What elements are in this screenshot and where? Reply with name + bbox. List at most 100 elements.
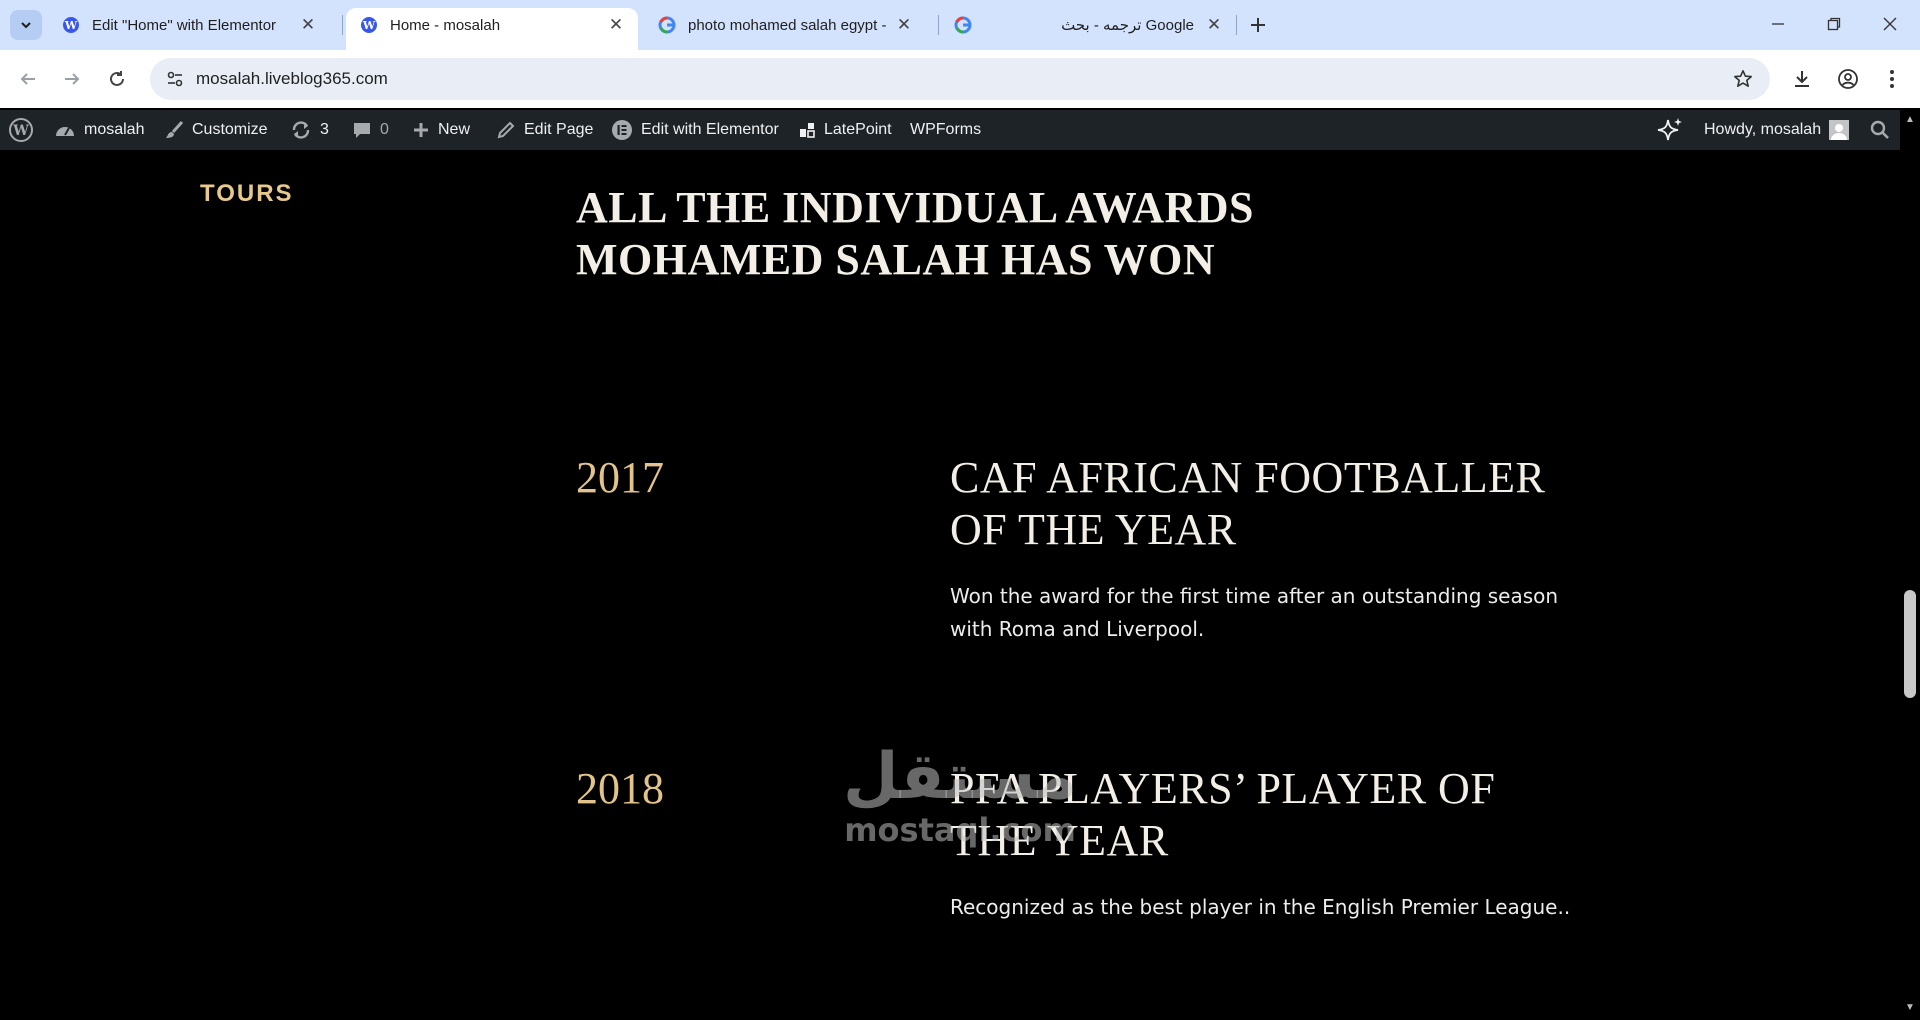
scrollbar-thumb[interactable] <box>1904 590 1916 698</box>
admin-search-button[interactable] <box>1870 110 1898 150</box>
watermark-arabic: مستقل <box>842 740 1078 814</box>
new-content-menu[interactable]: New <box>412 110 470 150</box>
tab-edit-home-elementor[interactable]: W Edit "Home" with Elementor ✕ <box>48 8 330 42</box>
profile-button[interactable] <box>1832 63 1864 95</box>
comments-count: 0 <box>380 121 389 138</box>
page-content: TOURS ALL THE INDIVIDUAL AWARDS MOHAMED … <box>0 150 1900 1020</box>
latepoint-label: LatePoint <box>824 121 892 138</box>
watermark-latin: mostaql.com <box>844 811 1076 849</box>
tours-menu-link[interactable]: TOURS <box>200 180 294 208</box>
award-year: 2017 <box>576 453 664 502</box>
latepoint-link[interactable]: LatePoint <box>798 110 892 150</box>
url-text[interactable]: mosalah.liveblog365.com <box>196 69 388 89</box>
more-vertical-icon <box>1890 70 1894 88</box>
bookmark-star-icon[interactable] <box>1730 66 1756 92</box>
wp-logo-menu[interactable]: W <box>8 110 42 150</box>
tab-title: photo mohamed salah egypt - <box>688 16 887 34</box>
reload-icon <box>110 71 124 86</box>
edit-elementor-label: Edit with Elementor <box>641 121 779 138</box>
plus-icon <box>412 121 430 139</box>
close-icon <box>1883 17 1897 31</box>
restore-icon <box>1827 17 1841 31</box>
updates-count: 3 <box>320 121 329 138</box>
paintbrush-icon <box>164 120 184 140</box>
minimize-icon <box>1772 23 1784 25</box>
google-icon <box>954 16 972 34</box>
howdy-label: Howdy, mosalah <box>1704 121 1822 138</box>
search-icon <box>1870 120 1890 140</box>
comment-icon <box>352 120 372 140</box>
section-title: ALL THE INDIVIDUAL AWARDS MOHAMED SALAH … <box>576 183 1254 284</box>
mostaql-watermark: مستقل mostaql.com <box>840 745 1080 849</box>
close-icon[interactable]: ✕ <box>298 15 318 35</box>
elementor-icon <box>611 119 633 141</box>
edit-page-label: Edit Page <box>524 121 594 138</box>
pencil-icon <box>496 120 516 140</box>
browser-tab-strip: W Edit "Home" with Elementor ✕ W Home - … <box>0 0 1920 50</box>
award-description: Won the award for the first time after a… <box>950 584 1559 641</box>
avatar <box>1829 120 1850 140</box>
wpforms-label: WPForms <box>910 121 982 138</box>
updates-link[interactable]: 3 <box>290 110 329 150</box>
wordpress-icon: W <box>62 16 80 34</box>
close-icon[interactable]: ✕ <box>894 15 914 35</box>
browser-toolbar: mosalah.liveblog365.com <box>0 50 1920 108</box>
update-icon <box>290 120 312 140</box>
latepoint-icon <box>798 121 816 139</box>
plus-icon <box>1251 18 1265 32</box>
tab-title: ترجمه - بحث Google <box>1061 17 1194 34</box>
comments-link[interactable]: 0 <box>352 110 389 150</box>
award-name: CAF AFRICAN FOOTBALLER OF THE YEAR <box>950 453 1546 554</box>
wordpress-icon: W <box>360 16 378 34</box>
reload-button[interactable] <box>101 63 133 95</box>
edit-with-elementor-link[interactable]: Edit with Elementor <box>611 110 779 150</box>
chevron-down-icon <box>21 22 31 29</box>
tab-title: Home - mosalah <box>390 16 501 34</box>
tab-separator <box>1236 15 1237 35</box>
tab-photo-search[interactable]: photo mohamed salah egypt - ✕ <box>644 8 926 42</box>
scroll-up-arrow[interactable]: ▲ <box>1904 114 1916 126</box>
forward-button[interactable] <box>56 63 88 95</box>
back-button[interactable] <box>12 63 44 95</box>
tab-search-button[interactable] <box>10 10 42 40</box>
tab-home-mosalah[interactable]: W Home - mosalah ✕ <box>346 8 638 50</box>
my-account-menu[interactable]: Howdy, mosalah <box>1704 110 1850 150</box>
svg-text:W: W <box>12 123 29 139</box>
download-icon <box>1795 71 1809 87</box>
award-year: 2018 <box>576 764 664 813</box>
svg-text:W: W <box>64 19 78 32</box>
sparkle-icon <box>1656 116 1684 144</box>
award-description: Recognized as the best player in the Eng… <box>950 895 1571 919</box>
wpforms-link[interactable]: WPForms <box>910 110 981 150</box>
tab-title: Edit "Home" with Elementor <box>92 16 277 34</box>
new-tab-button[interactable] <box>1244 12 1272 38</box>
site-name-menu[interactable]: mosalah <box>54 110 144 150</box>
browser-menu-button[interactable] <box>1876 63 1908 95</box>
site-name-label: mosalah <box>84 121 145 138</box>
ai-assistant-button[interactable] <box>1656 110 1692 150</box>
close-icon[interactable]: ✕ <box>1204 15 1224 35</box>
dashboard-icon <box>54 120 76 140</box>
arrow-right-icon <box>65 73 80 85</box>
close-window-button[interactable] <box>1862 6 1918 42</box>
downloads-button[interactable] <box>1786 63 1818 95</box>
edit-page-link[interactable]: Edit Page <box>496 110 593 150</box>
wp-admin-bar: W mosalah Customize 3 0 New Edit Page Ed… <box>0 110 1920 150</box>
scroll-down-arrow[interactable]: ▼ <box>1904 1002 1916 1014</box>
wordpress-icon: W <box>8 117 34 143</box>
tab-translate-search[interactable]: ترجمه - بحث Google ✕ <box>940 8 1236 42</box>
address-bar[interactable]: mosalah.liveblog365.com <box>150 58 1770 100</box>
google-icon <box>658 16 676 34</box>
customize-link[interactable]: Customize <box>164 110 268 150</box>
profile-icon <box>1838 69 1858 89</box>
tab-separator <box>938 15 939 35</box>
tab-separator <box>342 15 343 35</box>
minimize-button[interactable] <box>1750 6 1806 42</box>
svg-text:W: W <box>362 19 376 32</box>
page-scrollbar[interactable]: ▲ ▼ <box>1900 110 1920 1020</box>
restore-button[interactable] <box>1806 6 1862 42</box>
new-label: New <box>438 121 471 138</box>
close-icon[interactable]: ✕ <box>606 15 626 35</box>
site-info-icon[interactable] <box>160 64 190 94</box>
customize-label: Customize <box>192 121 268 138</box>
